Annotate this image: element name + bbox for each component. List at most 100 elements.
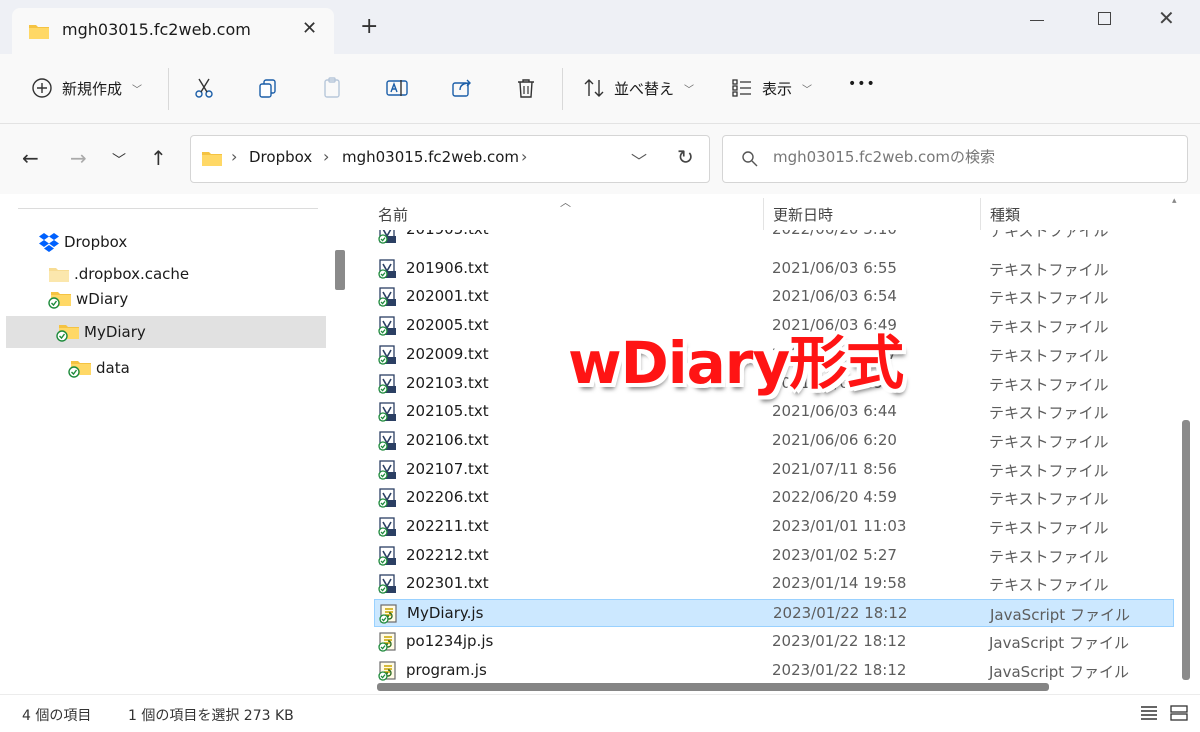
table-row[interactable]: 202106.txt 2021/06/06 6:20 テキストファイル [374, 427, 1174, 455]
horizontal-scrollbar-thumb[interactable] [377, 683, 1049, 691]
javascript-file-icon [379, 604, 399, 628]
table-row[interactable]: MyDiary.js 2023/01/22 18:12 JavaScript ファイ… [374, 599, 1174, 628]
minimize-icon[interactable] [1030, 20, 1044, 21]
file-name: 202206.txt [406, 488, 489, 507]
file-type: テキストファイル [989, 547, 1109, 566]
search-icon [742, 151, 758, 167]
column-divider[interactable] [980, 198, 981, 230]
file-name: 202211.txt [406, 517, 489, 535]
column-header-name[interactable]: 名前 [378, 204, 408, 225]
file-date: 2021/07/11 8:56 [772, 459, 897, 478]
up-arrow-icon[interactable]: ↑ [150, 146, 167, 170]
new-button[interactable]: 新規作成 ﹀ [30, 76, 142, 100]
delete-button[interactable] [514, 76, 538, 100]
sidebar-item-mydiary[interactable]: MyDiary [6, 316, 326, 348]
breadcrumb-dropbox[interactable]: Dropbox [249, 148, 312, 166]
address-bar[interactable]: › Dropbox › mgh03015.fc2web.com › ﹀ ↻ [190, 135, 710, 183]
view-button[interactable]: 表示 ﹀ [730, 76, 812, 100]
refresh-icon[interactable]: ↻ [677, 145, 694, 169]
file-name: 202009.txt [406, 344, 489, 363]
synced-folder-icon [48, 292, 71, 309]
sidebar-item-label: MyDiary [84, 323, 146, 341]
text-file-icon [378, 431, 398, 455]
chevron-down-icon: ﹀ [802, 84, 813, 96]
more-options-button[interactable]: ••• [848, 76, 876, 92]
file-name: 202005.txt [406, 316, 489, 335]
copy-button[interactable] [256, 76, 280, 100]
synced-folder-icon [68, 361, 91, 378]
breadcrumb-separator: › [323, 147, 330, 166]
sidebar-item-dropbox[interactable]: Dropbox [0, 226, 326, 258]
maximize-icon[interactable] [1098, 12, 1111, 25]
file-type: テキストファイル [989, 461, 1109, 480]
details-view-icon[interactable] [1140, 704, 1158, 722]
search-input[interactable] [773, 148, 1173, 166]
file-date: 2023/01/02 5:27 [772, 545, 897, 564]
table-row[interactable]: 202105.txt 2021/06/03 6:44 テキストファイル [374, 398, 1174, 426]
sidebar-scrollbar-thumb[interactable] [335, 250, 345, 290]
search-box[interactable] [722, 135, 1188, 183]
file-type: テキストファイル [989, 230, 1109, 240]
column-header-kind[interactable]: 種類 [990, 204, 1020, 225]
sidebar-item-label: .dropbox.cache [74, 265, 190, 283]
table-row[interactable]: 201906.txt 2021/06/03 6:55 テキストファイル [374, 255, 1174, 283]
table-row[interactable]: 202001.txt 2021/06/03 6:54 テキストファイル [374, 283, 1174, 311]
file-type: テキストファイル [989, 346, 1109, 365]
copy-icon [259, 79, 276, 98]
file-name: 202103.txt [406, 373, 489, 392]
cut-button[interactable] [192, 76, 216, 100]
selection-info: 1 個の項目を選択 273 KB [128, 708, 294, 724]
table-row[interactable]: program.js 2023/01/22 18:12 JavaScript ファイ… [374, 657, 1174, 685]
sort-button[interactable]: 並べ替え ﹀ [582, 76, 694, 100]
table-row[interactable]: 202206.txt 2022/06/20 4:59 テキストファイル [374, 484, 1174, 512]
new-tab-button[interactable]: + [360, 14, 378, 39]
table-row[interactable]: 202107.txt 2021/07/11 8:56 テキストファイル [374, 456, 1174, 484]
window-close-icon[interactable]: ✕ [1158, 6, 1175, 30]
text-file-icon [378, 488, 398, 512]
file-date: 2023/01/22 18:12 [773, 604, 908, 623]
synced-folder-icon [56, 325, 79, 342]
file-type: テキストファイル [989, 289, 1109, 308]
file-date: 2023/01/22 18:12 [772, 631, 907, 650]
forward-arrow-icon[interactable]: → [70, 146, 87, 170]
vertical-scrollbar-thumb[interactable] [1182, 420, 1190, 680]
table-row[interactable]: 202301.txt 2023/01/14 19:58 テキストファイル [374, 570, 1174, 598]
share-button[interactable] [450, 76, 474, 100]
scroll-up-icon[interactable]: ▴ [1172, 196, 1177, 206]
file-date: 2023/01/14 19:58 [772, 574, 907, 593]
rename-button[interactable] [385, 76, 409, 100]
paste-button[interactable] [320, 76, 344, 100]
more-icon: ••• [848, 76, 876, 92]
column-divider[interactable] [763, 198, 764, 230]
folder-icon [202, 152, 222, 166]
back-arrow-icon[interactable]: ← [22, 146, 39, 170]
file-type: テキストファイル [989, 260, 1109, 279]
address-chevron-down-icon[interactable]: ﹀ [631, 148, 647, 172]
table-row[interactable]: po1234jp.js 2023/01/22 18:12 JavaScript ファ… [374, 628, 1174, 656]
rename-icon [386, 80, 408, 96]
file-name: po1234jp.js [406, 631, 494, 650]
table-row[interactable]: 202211.txt 2023/01/01 11:03 テキストファイル [374, 513, 1174, 541]
breadcrumb-current[interactable]: mgh03015.fc2web.com [342, 148, 519, 166]
text-file-icon [378, 574, 398, 598]
sidebar-item-data[interactable]: data [0, 352, 326, 384]
text-file-icon [378, 230, 398, 244]
sort-caret-icon: ︿ [560, 196, 571, 209]
tiles-view-icon[interactable] [1170, 704, 1188, 722]
recent-chevron-down-icon[interactable]: ﹀ [112, 150, 126, 170]
text-file-icon [378, 316, 398, 340]
file-type: テキストファイル [989, 404, 1109, 423]
sidebar-item-wdiary[interactable]: wDiary [0, 283, 326, 315]
column-header-date[interactable]: 更新日時 [773, 204, 833, 225]
divider [18, 208, 318, 209]
active-tab[interactable]: mgh03015.fc2web.com ✕ [12, 8, 334, 54]
file-name: 202106.txt [406, 430, 489, 449]
folder-icon [49, 268, 69, 282]
table-row[interactable]: 202212.txt 2023/01/02 5:27 テキストファイル [374, 542, 1174, 570]
close-tab-icon[interactable]: ✕ [302, 18, 317, 39]
file-name: 202105.txt [406, 402, 489, 421]
text-file-icon [378, 345, 398, 369]
file-name: 201905.txt [406, 230, 489, 238]
sidebar-item-label: Dropbox [64, 233, 128, 251]
table-row[interactable]: 201905.txt 2022/06/20 5:10 テキストファイル [374, 230, 1174, 244]
